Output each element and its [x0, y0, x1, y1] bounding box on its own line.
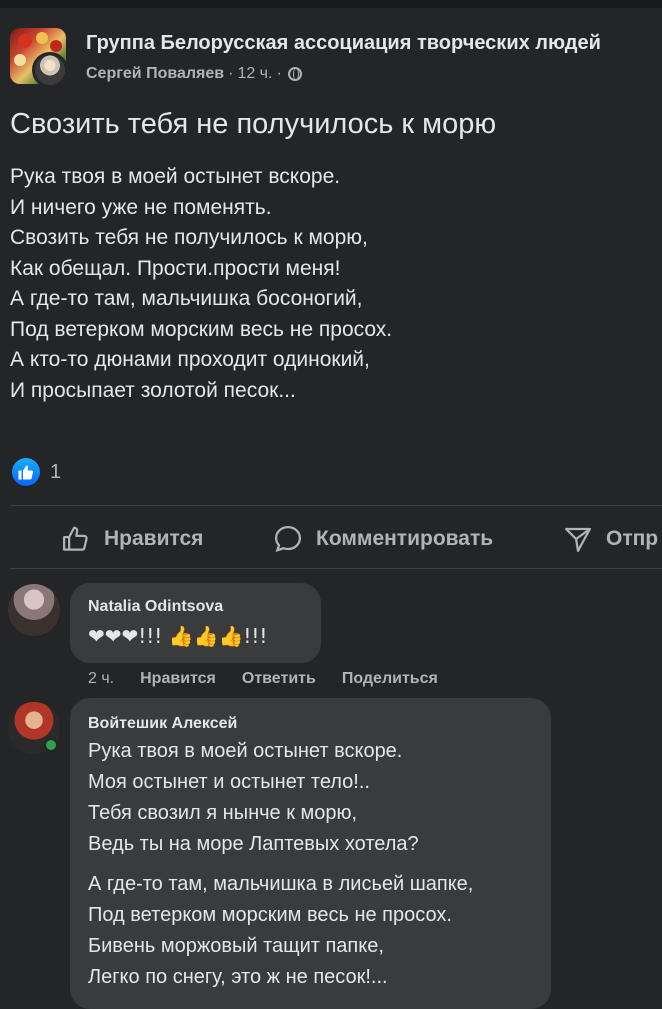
- comment-line: Тебя свозил я нынче к морю,: [88, 802, 358, 824]
- commenter-name-link[interactable]: Natalia Odintsova: [88, 598, 223, 616]
- author-avatar[interactable]: [32, 52, 68, 88]
- comment-line: Бивень моржовый тащит папке,: [88, 935, 384, 957]
- comment-bubble: Natalia Odintsova ❤❤❤!!! 👍👍👍!!!: [70, 583, 321, 663]
- post-body: Рука твоя в моей остынет вскоре. И ничег…: [10, 162, 392, 406]
- commenter-name-link[interactable]: Войтешик Алексей: [88, 715, 237, 733]
- comment-text: Рука твоя в моей остынет вскоре. Моя ост…: [88, 736, 419, 860]
- action-bar: Нравится Комментировать Отпр: [0, 512, 662, 566]
- comment-time-link[interactable]: 2 ч.: [88, 670, 114, 688]
- poem-line: Свозить тебя не получилось к морю,: [10, 226, 368, 249]
- send-icon: [565, 527, 591, 552]
- send-button[interactable]: Отпр: [562, 512, 658, 566]
- comment-button[interactable]: Комментировать: [272, 512, 493, 566]
- comment-text: ❤❤❤!!! 👍👍👍!!!: [88, 624, 268, 648]
- globe-icon: [287, 67, 302, 81]
- post-title: Свозить тебя не получилось к морю: [10, 108, 497, 140]
- poem-line: И просыпает золотой песок...: [10, 378, 296, 402]
- group-name-link[interactable]: Группа Белорусская ассоциация творческих…: [86, 32, 601, 55]
- online-status-dot: [44, 738, 58, 752]
- commenter-avatar[interactable]: [8, 584, 60, 636]
- poem-line: Как обещал. Прости.прости меня!: [10, 256, 341, 280]
- meta-separator: ·: [276, 65, 282, 82]
- poem-line: А где-то там, мальчишка босоногий,: [10, 287, 363, 310]
- post-meta: Сергей Поваляев · 12 ч. ·: [86, 65, 302, 83]
- like-reaction-icon: [12, 458, 40, 486]
- divider: [10, 568, 662, 569]
- comment-label: Комментировать: [316, 527, 494, 550]
- poem-line: А кто-то дюнами проходит одинокий,: [10, 348, 370, 371]
- comment-bubble: Войтешик Алексей Рука твоя в моей остыне…: [70, 698, 551, 1009]
- comment-like-button[interactable]: Нравится: [140, 670, 216, 688]
- comment-text: А где-то там, мальчишка в лисьей шапке, …: [88, 869, 473, 993]
- poem-line: Под ветерком морским весь не просох.: [10, 317, 393, 341]
- comment-line: Под ветерком морским весь не просох.: [88, 904, 452, 926]
- comment-line: Рука твоя в моей остынет вскоре.: [88, 740, 403, 762]
- thumbs-up-icon: [63, 526, 88, 551]
- like-label: Нравится: [104, 527, 204, 550]
- post-header: Группа Белорусская ассоциация творческих…: [10, 28, 662, 92]
- meta-separator: ·: [228, 65, 234, 82]
- comment-icon: [274, 525, 302, 553]
- author-name-link[interactable]: Сергей Поваляев: [86, 65, 224, 83]
- poem-line: И ничего уже не поменять.: [10, 195, 272, 219]
- comment-line: Моя остынет и остынет тело!..: [88, 771, 370, 793]
- top-bar: [0, 0, 662, 8]
- divider: [10, 505, 662, 506]
- reaction-count: 1: [50, 460, 62, 483]
- comment-actions: 2 ч. Нравится Ответить Поделиться: [88, 670, 438, 688]
- poem-line: Рука твоя в моей остынет вскоре.: [10, 165, 341, 188]
- reaction-summary[interactable]: 1: [12, 458, 61, 486]
- like-button[interactable]: Нравится: [60, 512, 203, 566]
- post-time-link[interactable]: 12 ч.: [237, 65, 272, 83]
- comment-line: А где-то там, мальчишка в лисьей шапке,: [88, 873, 474, 895]
- send-label: Отпр: [606, 527, 659, 550]
- comment-line: Легко по снегу, это ж не песок!...: [88, 966, 388, 988]
- comment-line: Ведь ты на море Лаптевых хотела?: [88, 833, 419, 855]
- comment-share-button[interactable]: Поделиться: [342, 670, 438, 688]
- comment-reply-button[interactable]: Ответить: [242, 670, 316, 688]
